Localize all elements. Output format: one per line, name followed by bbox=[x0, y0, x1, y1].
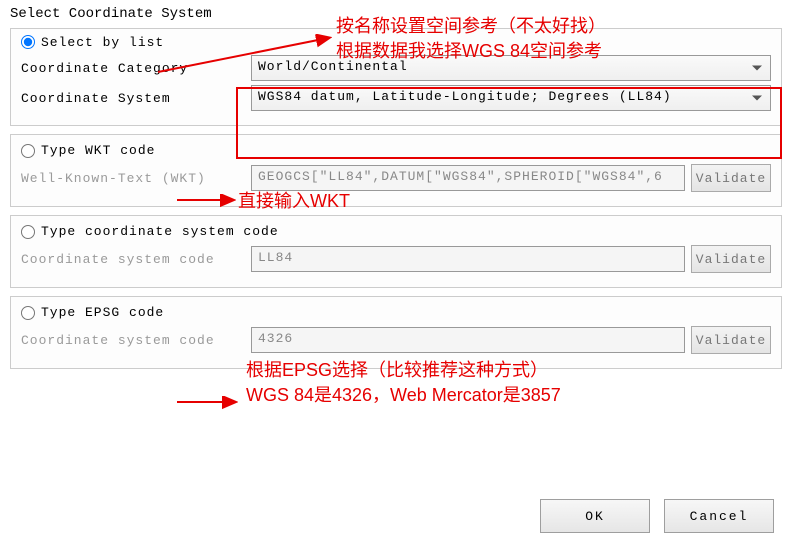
radio-type-cs-code[interactable] bbox=[21, 225, 35, 239]
radio-select-by-list[interactable] bbox=[21, 35, 35, 49]
epsg-validate-button[interactable]: Validate bbox=[691, 326, 771, 354]
cs-code-field-label: Coordinate system code bbox=[21, 252, 251, 267]
radio-select-by-list-label: Select by list bbox=[41, 36, 164, 49]
radio-type-epsg-label: Type EPSG code bbox=[41, 305, 164, 320]
cs-code-validate-button[interactable]: Validate bbox=[691, 245, 771, 273]
dialog-footer: OK Cancel bbox=[540, 499, 774, 533]
radio-type-cs-code-label: Type coordinate system code bbox=[41, 224, 279, 239]
ok-button[interactable]: OK bbox=[540, 499, 650, 533]
coordinate-system-select[interactable]: WGS84 datum, Latitude-Longitude; Degrees… bbox=[251, 85, 771, 111]
radio-type-wkt[interactable] bbox=[21, 144, 35, 158]
annotation-text-2: 直接输入WKT bbox=[238, 189, 350, 214]
coordinate-system-label: Coordinate System bbox=[21, 91, 251, 106]
coordinate-category-label: Coordinate Category bbox=[21, 61, 251, 76]
section-type-cs-code: Type coordinate system code Coordinate s… bbox=[10, 215, 782, 288]
wkt-field-label: Well-Known-Text (WKT) bbox=[21, 171, 251, 186]
cs-code-input[interactable]: LL84 bbox=[251, 246, 685, 272]
epsg-field-label: Coordinate system code bbox=[21, 333, 251, 348]
annotation-text-1: 按名称设置空间参考（不太好找） 根据数据我选择WGS 84空间参考 bbox=[336, 14, 606, 64]
annotation-arrow-3 bbox=[172, 392, 244, 412]
section-type-wkt: Type WKT code Well-Known-Text (WKT) GEOG… bbox=[10, 134, 782, 207]
annotation-text-3: 根据EPSG选择（比较推荐这种方式） WGS 84是4326，Web Merca… bbox=[246, 358, 561, 408]
radio-type-wkt-label: Type WKT code bbox=[41, 143, 155, 158]
wkt-input[interactable]: GEOGCS["LL84",DATUM["WGS84",SPHEROID["WG… bbox=[251, 165, 685, 191]
wkt-validate-button[interactable]: Validate bbox=[691, 164, 771, 192]
cancel-button[interactable]: Cancel bbox=[664, 499, 774, 533]
radio-type-epsg[interactable] bbox=[21, 306, 35, 320]
epsg-input[interactable]: 4326 bbox=[251, 327, 685, 353]
